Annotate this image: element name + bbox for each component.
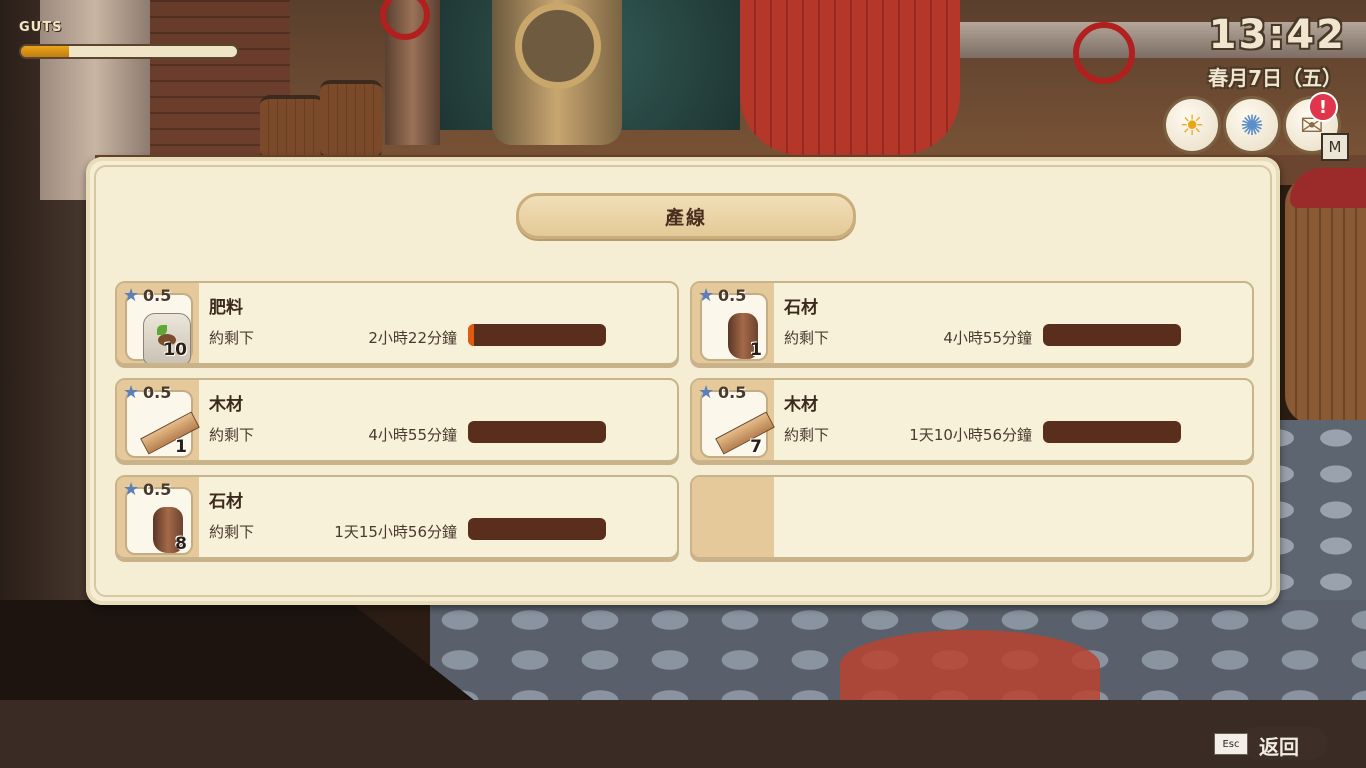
production-slot[interactable]: ★ 0.5 1 木材約剩下 4小時55分鐘 (115, 378, 679, 462)
shadow-band (0, 700, 1366, 768)
notice-badge: ! (1308, 92, 1338, 122)
esc-key-hint: Esc (1214, 733, 1248, 755)
item-level: 0.5 (143, 480, 172, 499)
paw-mark (840, 630, 1100, 700)
slot-icon-area: ★ 0.5 1 (692, 283, 774, 363)
game-date: 春月7日（五） (1208, 66, 1342, 90)
back-label[interactable]: 返回 (1259, 731, 1299, 760)
progress-bar (468, 518, 606, 540)
sun-icon[interactable]: ☀ (1163, 96, 1221, 154)
item-name: 肥料 (209, 298, 243, 318)
lumber-icon (140, 411, 200, 455)
star-icon: ★ (698, 285, 715, 306)
item-quantity: 1 (175, 437, 187, 457)
item-quantity: 8 (175, 534, 187, 554)
progress-bar (1043, 324, 1181, 346)
remaining-label: 約剩下 (784, 329, 830, 347)
progress-bar (468, 324, 606, 346)
festival-icon[interactable]: ✺ (1223, 96, 1281, 154)
guts-bar (19, 44, 239, 59)
progress-bar (1043, 421, 1181, 443)
panel-title: 產線 (516, 193, 856, 239)
item-name: 木材 (784, 395, 818, 415)
lumber-icon (715, 411, 775, 455)
item-level: 0.5 (143, 383, 172, 402)
production-slot[interactable]: ★ 0.5 1 石材約剩下 4小時55分鐘 (690, 281, 1254, 365)
slot-icon-area: ★ 0.5 8 (117, 477, 199, 557)
progress-bar-fill (468, 324, 474, 346)
guts-label: GUTS (19, 20, 63, 35)
item-quantity: 1 (750, 340, 762, 360)
item-name: 木材 (209, 395, 243, 415)
remaining-time: 4小時55分鐘 (943, 329, 1032, 347)
production-slot[interactable]: ★ 0.5 7 木材約剩下 1天10小時56分鐘 (690, 378, 1254, 462)
star-icon: ★ (698, 382, 715, 403)
red-tank (740, 0, 960, 155)
drum-top (1290, 168, 1366, 208)
slot-icon-area (692, 477, 774, 557)
empty-production-slot[interactable] (690, 475, 1254, 559)
item-quantity: 10 (163, 340, 187, 360)
remaining-label: 約剩下 (209, 523, 255, 541)
drum (1285, 175, 1366, 425)
production-slot[interactable]: ★ 0.5 8 石材約剩下 1天15小時56分鐘 (115, 475, 679, 559)
porthole (515, 3, 601, 89)
remaining-label: 約剩下 (784, 426, 830, 444)
barrel (320, 80, 382, 160)
map-key-hint: M (1321, 133, 1349, 161)
slot-icon-area: ★ 0.5 7 (692, 380, 775, 460)
remaining-time: 1天10小時56分鐘 (909, 426, 1032, 444)
star-icon: ★ (123, 479, 140, 500)
item-name: 石材 (209, 492, 243, 512)
valve-wheel (1073, 22, 1135, 84)
slot-icon-area: ★ 0.5 10 (117, 283, 199, 363)
item-level: 0.5 (718, 383, 747, 402)
sprout-icon (157, 325, 167, 335)
progress-bar (468, 421, 606, 443)
remaining-label: 約剩下 (209, 426, 255, 444)
remaining-time: 2小時22分鐘 (368, 329, 457, 347)
guts-bar-fill (21, 46, 69, 57)
remaining-time: 1天15小時56分鐘 (334, 523, 457, 541)
remaining-time: 4小時55分鐘 (368, 426, 457, 444)
item-level: 0.5 (718, 286, 747, 305)
star-icon: ★ (123, 382, 140, 403)
production-slot[interactable]: ★ 0.5 10 肥料約剩下 2小時22分鐘 (115, 281, 679, 365)
star-icon: ★ (123, 285, 140, 306)
item-name: 石材 (784, 298, 818, 318)
item-level: 0.5 (143, 286, 172, 305)
slot-icon-area: ★ 0.5 1 (117, 380, 200, 460)
game-clock: 13:42 (1208, 12, 1346, 58)
item-quantity: 7 (750, 437, 762, 457)
barrel (260, 95, 324, 161)
remaining-label: 約剩下 (209, 329, 255, 347)
